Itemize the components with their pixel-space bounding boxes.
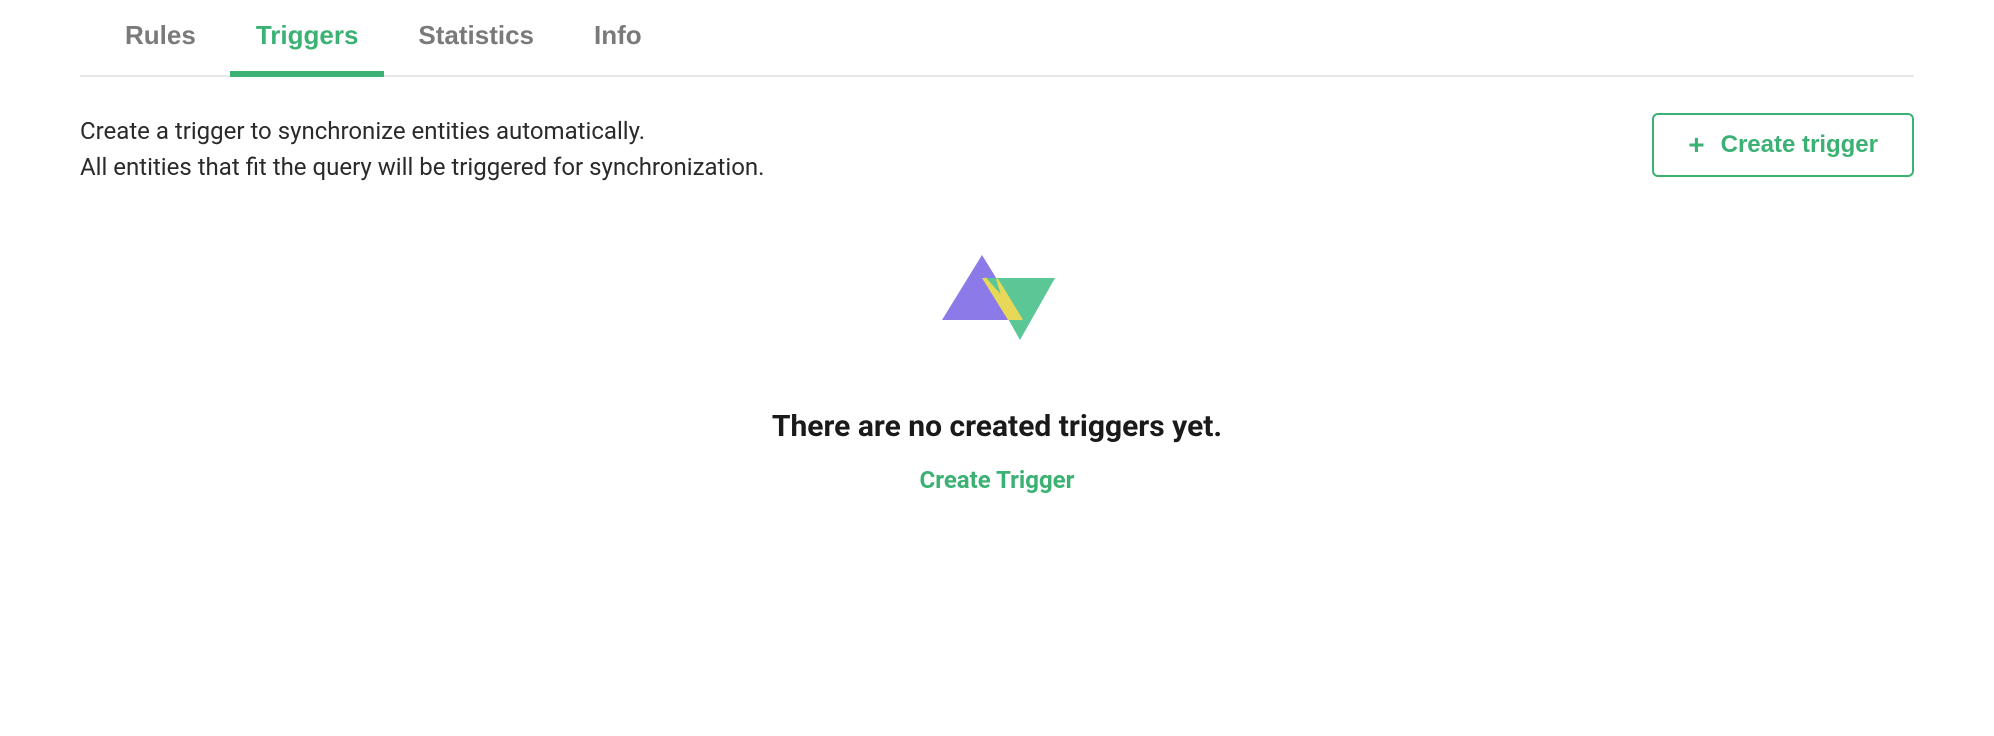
tab-statistics[interactable]: Statistics [418, 0, 534, 75]
triangles-icon [927, 245, 1067, 349]
plus-icon: + [1688, 131, 1704, 159]
create-trigger-link[interactable]: Create Trigger [920, 466, 1075, 494]
create-trigger-button-label: Create trigger [1721, 131, 1878, 159]
create-trigger-button[interactable]: + Create trigger [1652, 113, 1914, 177]
main-container: Rules Triggers Statistics Info Create a … [0, 0, 1994, 494]
header-row: Create a trigger to synchronize entities… [80, 113, 1914, 185]
empty-state: There are no created triggers yet. Creat… [80, 245, 1914, 494]
description-line-2: All entities that fit the query will be … [80, 149, 765, 185]
empty-state-title: There are no created triggers yet. [772, 409, 1222, 444]
tab-rules[interactable]: Rules [125, 0, 196, 75]
description-line-1: Create a trigger to synchronize entities… [80, 113, 765, 149]
tab-triggers[interactable]: Triggers [256, 0, 359, 75]
tab-info[interactable]: Info [594, 0, 642, 75]
tab-bar: Rules Triggers Statistics Info [80, 0, 1914, 77]
description-text: Create a trigger to synchronize entities… [80, 113, 765, 185]
